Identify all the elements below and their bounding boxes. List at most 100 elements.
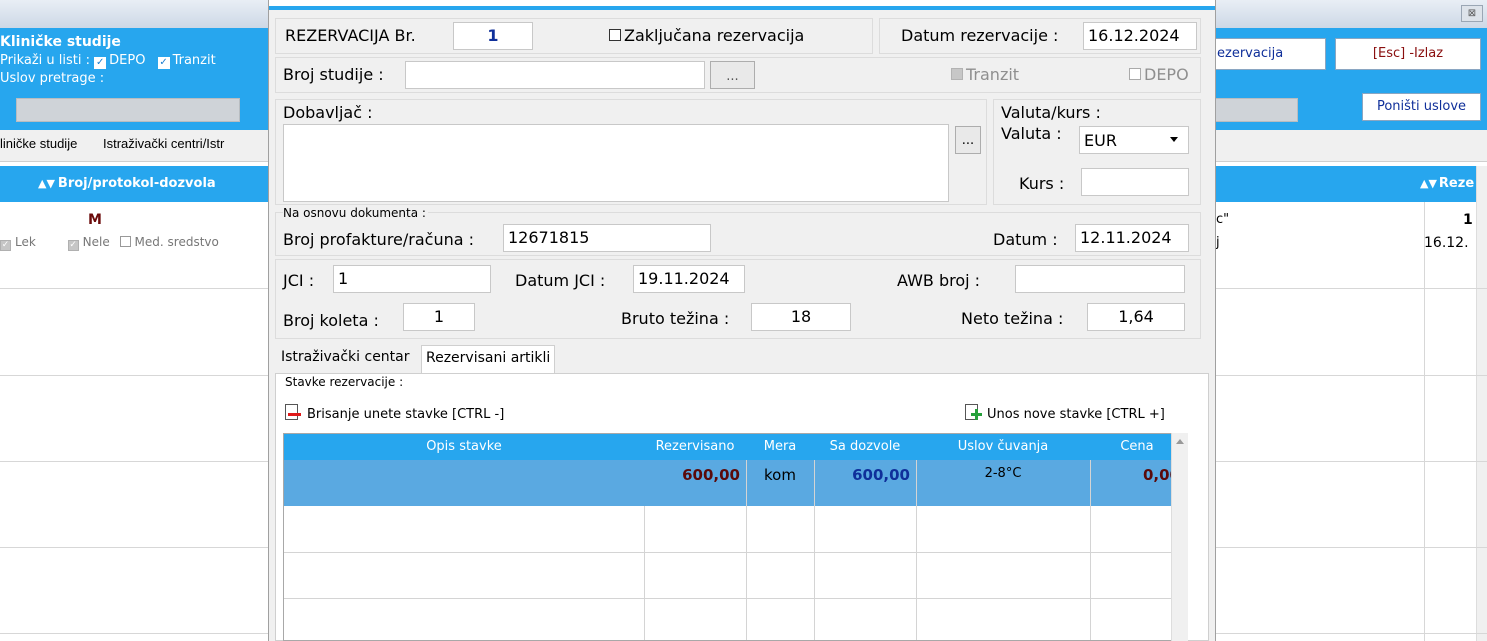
table-row[interactable]: 600,00 kom 600,00 2-8°C 0,00 — [284, 460, 1184, 506]
col-reserved[interactable]: Rezervisano — [644, 439, 746, 454]
grid-row-line — [284, 598, 1184, 599]
supplier-label: Dobavljač : — [283, 103, 373, 122]
grid-divider — [1424, 202, 1425, 641]
row1-date: 16.12. — [1424, 235, 1469, 251]
awb-label: AWB broj : — [897, 271, 981, 290]
currency-value: EUR — [1084, 131, 1117, 150]
grid-divider — [746, 460, 747, 640]
background-heading: Kliničke studije — [0, 34, 121, 50]
nele-checkbox: ✓ — [67, 240, 79, 251]
col-from-permit[interactable]: Sa dozvole — [814, 439, 916, 454]
invoice-date-label: Datum : — [993, 230, 1058, 249]
col-description[interactable]: Opis stavke — [284, 439, 644, 454]
reservation-number-label: REZERVACIJA Br. — [285, 26, 416, 45]
row1-right-text: c" — [1216, 212, 1230, 227]
locked-label: Zaključana rezervacija — [624, 26, 805, 45]
item-price: 0,00 — [1142, 466, 1180, 484]
reservation-date-field[interactable]: 16.12.2024 — [1083, 22, 1197, 50]
awb-field[interactable] — [1015, 265, 1185, 293]
rate-label: Kurs : — [1019, 174, 1065, 193]
tranzit-checkbox[interactable]: ✓ — [157, 57, 170, 69]
jci-date-field[interactable]: 19.11.2024 — [633, 265, 745, 293]
document-group-label: Na osnovu dokumenta : — [283, 206, 428, 220]
grid-divider — [916, 460, 917, 640]
rate-field[interactable] — [1081, 168, 1189, 196]
supplier-browse-button[interactable]: ... — [955, 126, 981, 154]
depo-label: DEPO — [109, 53, 146, 68]
col-storage[interactable]: Uslov čuvanja — [916, 439, 1090, 454]
items-grid: Opis stavke Rezervisano Mera Sa dozvole … — [283, 433, 1185, 641]
sort-icon: ▲▼ — [1420, 177, 1437, 190]
reservation-button[interactable]: ezervacija — [1212, 38, 1326, 70]
grid-divider — [1090, 460, 1091, 640]
show-in-list-label: Prikaži u listi : — [0, 53, 90, 68]
currency-label: Valuta : — [1001, 124, 1062, 143]
background-show-in-list: Prikaži u listi : ✓ DEPO ✓ Tranzit — [0, 53, 216, 69]
delete-item-icon — [285, 404, 301, 422]
med-checkbox — [119, 236, 131, 247]
row1-flags: ✓ Lek ✓ Nele Med. sredstvo — [0, 235, 219, 251]
tranzit-label: Tranzit — [172, 53, 216, 68]
tab-research-center[interactable]: Istraživački centar — [277, 345, 414, 373]
packages-label: Broj koleta : — [283, 311, 379, 330]
item-unit: kom — [764, 466, 796, 484]
item-from-permit: 600,00 — [852, 466, 910, 484]
reservation-date-label: Datum rezervacije : — [901, 26, 1059, 45]
row1-right-sub: j — [1216, 235, 1220, 250]
sort-icon: ▲▼ — [38, 177, 55, 190]
depo-checkbox[interactable]: ✓ — [94, 57, 107, 69]
chevron-down-icon — [1170, 137, 1178, 142]
background-close-icon[interactable]: ⊠ — [1461, 5, 1483, 22]
invoice-date-field[interactable]: 12.11.2024 — [1075, 224, 1189, 252]
locked-reservation[interactable]: Zaključana rezervacija — [609, 26, 804, 45]
tab-clinical-studies[interactable]: liničke studije — [0, 136, 77, 151]
net-weight-field[interactable]: 1,64 — [1087, 303, 1185, 331]
net-weight-label: Neto težina : — [961, 309, 1064, 328]
scroll-up-icon[interactable] — [1176, 439, 1184, 444]
reset-conditions-button[interactable]: Poništi uslove — [1362, 93, 1481, 121]
study-label: Broj studije : — [283, 65, 384, 84]
jci-field[interactable]: 1 — [333, 265, 491, 293]
jci-date-label: Datum JCI : — [515, 271, 606, 290]
grid-divider — [644, 506, 645, 640]
exit-button[interactable]: [Esc] -Izlaz — [1335, 38, 1481, 70]
med-label: Med. sredstvo — [134, 235, 219, 249]
gross-weight-label: Bruto težina : — [621, 309, 730, 328]
add-item-icon — [965, 404, 982, 422]
add-item-action[interactable]: Unos nove stavke [CTRL +] — [965, 404, 1165, 422]
items-grid-header: Opis stavke Rezervisano Mera Sa dozvole … — [284, 434, 1184, 460]
gross-weight-field[interactable]: 18 — [751, 303, 851, 331]
supplier-textarea[interactable] — [283, 124, 949, 202]
locked-checkbox[interactable] — [609, 29, 621, 41]
tranzit-disabled: Tranzit — [951, 65, 1019, 84]
study-field[interactable] — [405, 61, 705, 89]
item-reserved: 600,00 — [682, 466, 740, 484]
tab-research-centers[interactable]: Istraživački centri/Istr — [103, 136, 224, 151]
add-item-label: Unos nove stavke [CTRL +] — [987, 407, 1165, 422]
background-right-search-input[interactable] — [1212, 98, 1298, 122]
depo-disabled-checkbox — [1129, 68, 1141, 80]
invoice-label: Broj profakture/računa : — [283, 230, 475, 249]
invoice-field[interactable]: 12671815 — [503, 224, 711, 252]
col-unit[interactable]: Mera — [746, 439, 814, 454]
currency-select[interactable]: EUR — [1079, 126, 1189, 154]
delete-item-action[interactable]: Brisanje unete stavke [CTRL -] — [285, 404, 504, 422]
reservation-dialog: REZERVACIJA Br. 1 Zaključana rezervacija… — [268, 0, 1216, 641]
items-grid-scrollbar[interactable] — [1171, 433, 1188, 641]
search-condition-label: Uslov pretrage : — [0, 71, 105, 86]
col-protocol[interactable]: ▲▼ Broj/protokol-dozvola — [38, 176, 216, 191]
tab-reserved-items[interactable]: Rezervisani artikli — [421, 345, 556, 373]
depo-disabled: DEPO — [1129, 65, 1189, 84]
background-search-input[interactable] — [16, 98, 240, 122]
reservation-number-field[interactable]: 1 — [453, 22, 533, 50]
packages-field[interactable]: 1 — [403, 303, 475, 331]
col-reservation[interactable]: ▲▼ Reze — [1420, 176, 1474, 191]
col-reservation-label: Reze — [1438, 176, 1475, 191]
item-storage: 2-8°C — [984, 466, 1022, 481]
col-protocol-label: Broj/protokol-dozvola — [57, 176, 216, 191]
col-price[interactable]: Cena — [1090, 439, 1184, 454]
tranzit-disabled-label: Tranzit — [966, 65, 1020, 84]
jci-label: JCI : — [283, 271, 315, 290]
currency-group-label: Valuta/kurs : — [1001, 103, 1101, 122]
study-browse-button[interactable]: ... — [710, 61, 755, 89]
